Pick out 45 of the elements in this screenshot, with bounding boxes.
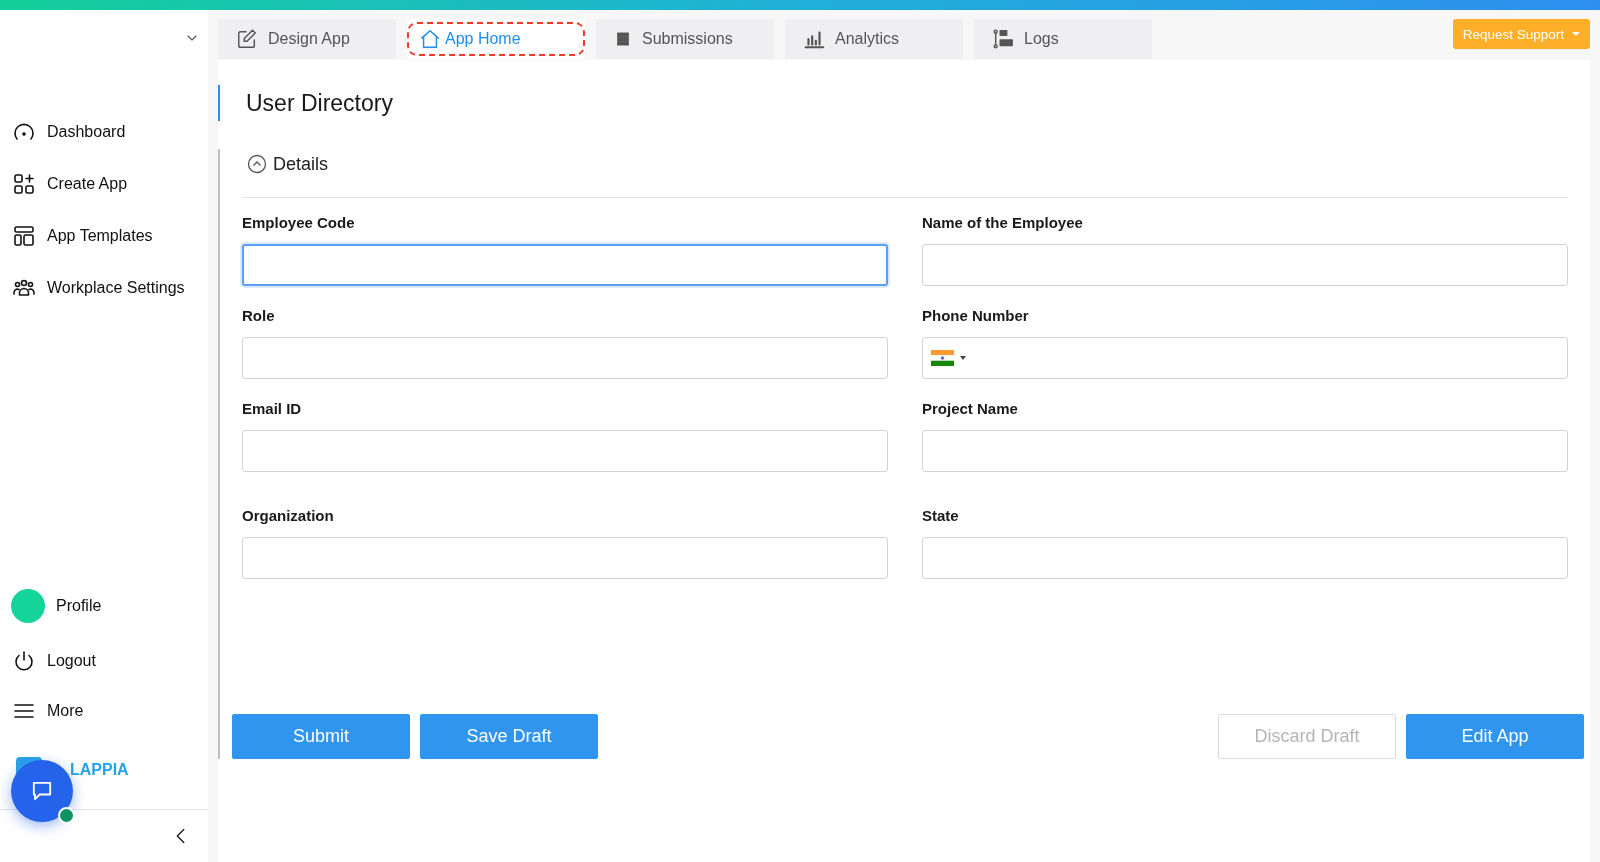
input-field[interactable]	[922, 244, 1568, 286]
tab[interactable]: App Home	[407, 19, 585, 59]
field-label: Phone Number	[922, 306, 1030, 326]
field-label: Role	[242, 306, 276, 326]
layout-icon	[12, 224, 36, 248]
input-field[interactable]	[242, 244, 888, 286]
field-label: Employee Code	[242, 213, 356, 233]
tab[interactable]: Logs	[974, 19, 1152, 59]
input-field[interactable]	[242, 537, 888, 579]
field-label: State	[922, 506, 960, 526]
logo-text: LAPPIA	[70, 761, 129, 779]
flag-icon	[931, 350, 954, 366]
power-icon	[12, 649, 36, 673]
input-field[interactable]	[922, 430, 1568, 472]
avatar-icon	[11, 589, 45, 623]
field-label: Name of the Employee	[922, 213, 1084, 233]
phone-field[interactable]	[922, 337, 1568, 379]
tab[interactable]: Design App	[218, 19, 396, 59]
edit-icon	[236, 28, 258, 50]
add-grid-icon	[12, 172, 36, 196]
section-header[interactable]: Details	[242, 149, 329, 179]
input-field[interactable]	[242, 337, 888, 379]
tab[interactable]: Analytics	[785, 19, 963, 59]
online-dot-icon	[58, 807, 75, 824]
dropdown-caret-icon	[960, 356, 966, 360]
sidebar-item[interactable]: Profile	[12, 589, 208, 623]
sidebar-item[interactable]: Workplace Settings	[12, 276, 208, 300]
field-label: Project Name	[922, 399, 1019, 419]
sidebar-item[interactable]: Create App	[12, 172, 208, 196]
sidebar-item[interactable]: App Templates	[12, 224, 208, 248]
stack-icon	[614, 30, 632, 48]
field-label: Organization	[242, 506, 335, 526]
logs-icon	[992, 28, 1014, 50]
tab[interactable]: Submissions	[596, 19, 774, 59]
sidebar-item[interactable]: More	[12, 699, 208, 723]
bar-chart-icon	[803, 28, 825, 50]
input-field[interactable]	[242, 430, 888, 472]
home-icon	[419, 28, 441, 50]
input-field[interactable]	[922, 537, 1568, 579]
chat-button[interactable]	[11, 760, 73, 822]
collapse-icon	[247, 154, 267, 174]
field-label: Email ID	[242, 399, 303, 419]
sidebar-item[interactable]: Logout	[12, 649, 208, 673]
page-title: User Directory	[246, 89, 393, 117]
sidebar-item[interactable]: Dashboard	[12, 120, 208, 144]
